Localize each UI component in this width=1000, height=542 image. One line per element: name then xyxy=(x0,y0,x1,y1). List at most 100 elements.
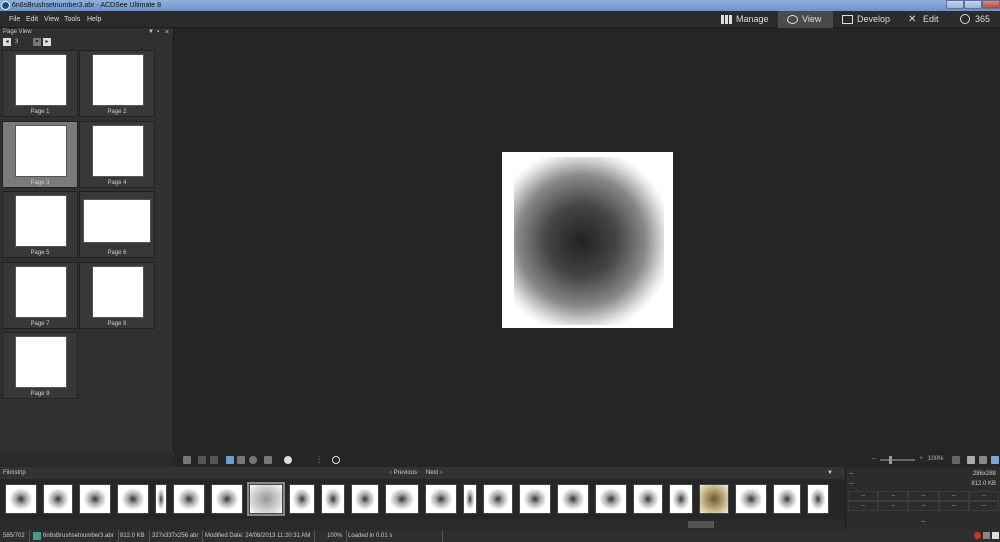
menu-file[interactable]: File xyxy=(9,11,20,28)
filmstrip-thumbnail[interactable] xyxy=(463,484,477,514)
fit-icon[interactable] xyxy=(264,456,272,464)
mode-manage[interactable]: Manage xyxy=(712,11,778,28)
zoom-slider-handle[interactable] xyxy=(889,456,892,464)
panel-icon[interactable] xyxy=(983,532,990,539)
filmstrip-thumbnail[interactable] xyxy=(557,484,589,514)
info-cell: -- xyxy=(908,501,939,511)
rotate-right-icon[interactable] xyxy=(210,456,218,464)
next-button[interactable]: Next › xyxy=(426,467,442,479)
filmstrip-thumbnail[interactable] xyxy=(633,484,663,514)
info-dimensions: 286x288 xyxy=(972,471,996,477)
page-thumbnail[interactable]: Page 1 xyxy=(2,50,78,117)
filmstrip-thumbnail[interactable] xyxy=(425,484,457,514)
page-number-input[interactable]: 3 xyxy=(15,38,18,46)
rotate-left-icon[interactable] xyxy=(198,456,206,464)
filmstrip-thumbnail[interactable] xyxy=(669,484,693,514)
zoom-out-icon[interactable]: – xyxy=(872,455,876,462)
menu-tools[interactable]: Tools xyxy=(64,11,80,28)
filmstrip-thumbnail[interactable] xyxy=(519,484,551,514)
page-image xyxy=(93,125,143,176)
page-dropdown-button[interactable]: ▾ xyxy=(33,38,41,46)
save-icon[interactable] xyxy=(183,456,191,464)
page-thumbnail[interactable]: Page 6 xyxy=(79,191,155,258)
page-label: Page 5 xyxy=(30,250,50,256)
filmstrip-menu-icon[interactable]: ▼ xyxy=(827,467,833,479)
page-thumbnail[interactable]: Page 3 xyxy=(2,120,78,188)
page-thumbnail[interactable]: Page 7 xyxy=(2,261,78,329)
menu-bar: File Edit View Tools Help Manage View De… xyxy=(0,11,1000,28)
filmstrip-thumbnail[interactable] xyxy=(117,484,149,514)
page-thumbnail[interactable]: Page 5 xyxy=(2,191,78,258)
filmstrip-thumbnail[interactable] xyxy=(5,484,37,514)
status-modified: Modified Date: 24/08/2013 11:20:31 AM xyxy=(205,530,316,542)
zoom-dropdown-icon[interactable] xyxy=(952,456,960,464)
panel-menu-icon[interactable]: ▼ xyxy=(148,28,154,37)
status-filename: 6n6sBrushsetnumber3.abr xyxy=(43,530,119,542)
filmstrip-thumbnail[interactable] xyxy=(247,482,285,516)
status-size: 812.0 KB xyxy=(120,530,150,542)
mode-develop[interactable]: Develop xyxy=(833,11,899,28)
zoom-in-icon[interactable]: + xyxy=(919,455,923,462)
scrollbar-thumb[interactable] xyxy=(688,521,714,528)
adjust-icon[interactable]: ⫶ xyxy=(318,456,326,465)
hand-tool-icon[interactable] xyxy=(226,456,234,464)
zoom-tool-icon[interactable] xyxy=(249,456,257,464)
filmstrip-thumbnail[interactable] xyxy=(699,484,729,514)
menu-help[interactable]: Help xyxy=(87,11,101,28)
filmstrip-thumbnail[interactable] xyxy=(79,484,111,514)
pin-icon[interactable]: ▪ xyxy=(157,28,159,37)
filmstrip-thumbnail[interactable] xyxy=(773,484,801,514)
page-thumbnail[interactable]: Page 2 xyxy=(79,50,155,117)
filmstrip-thumbnail[interactable] xyxy=(483,484,513,514)
next-page-button[interactable]: ▸ xyxy=(43,38,51,46)
filmstrip-thumbnail[interactable] xyxy=(211,484,243,514)
stop-icon[interactable] xyxy=(974,532,981,539)
page-thumbnail[interactable]: Page 4 xyxy=(79,120,155,188)
previous-button[interactable]: ‹ Previous xyxy=(390,467,417,479)
filmstrip-thumbnail[interactable] xyxy=(351,484,379,514)
mode-edit[interactable]: ✕ Edit xyxy=(899,11,949,28)
page-label: Page 4 xyxy=(107,179,127,186)
app-icon xyxy=(1,1,10,10)
page-label: Page 6 xyxy=(107,250,127,256)
diagonal-icon[interactable] xyxy=(992,532,999,539)
filmstrip-header: Filmstrip ‹ Previous Next › ▼ xyxy=(0,467,845,479)
filmstrip-thumbnail[interactable] xyxy=(321,484,345,514)
filmstrip-scrollbar[interactable] xyxy=(0,519,845,530)
menu-edit[interactable]: Edit xyxy=(26,11,38,28)
filmstrip-thumbnail[interactable] xyxy=(385,484,419,514)
close-button[interactable] xyxy=(982,0,1000,9)
zoom-value[interactable]: 100% xyxy=(928,456,943,462)
page-label: Page 3 xyxy=(30,179,50,186)
page-image xyxy=(16,125,66,176)
panel-title: Page View xyxy=(3,29,32,35)
page-label: Page 9 xyxy=(30,391,50,397)
zoom-slider[interactable] xyxy=(880,456,915,464)
status-zoom: 100% xyxy=(327,530,348,542)
filmstrip-thumbnail[interactable] xyxy=(735,484,767,514)
panel-close-icon[interactable]: × xyxy=(165,28,169,37)
menu-view[interactable]: View xyxy=(44,11,59,28)
prev-page-button[interactable]: ◂ xyxy=(3,38,11,46)
image-viewer[interactable] xyxy=(175,28,1000,453)
page-thumbnail[interactable]: Page 9 xyxy=(2,332,78,399)
filmstrip-title: Filmstrip xyxy=(3,470,26,476)
fullscreen-icon[interactable] xyxy=(991,456,999,464)
exposure-icon[interactable] xyxy=(332,456,340,464)
mode-view[interactable]: View xyxy=(778,11,833,28)
filmstrip-thumbnail[interactable] xyxy=(289,484,315,514)
fit-screen-icon[interactable] xyxy=(979,456,987,464)
info-panel: -- 286x288 -- 812.0 KB -- -- -- -- -- -- -- -- -… xyxy=(845,467,1000,530)
filmstrip-thumbnail[interactable] xyxy=(595,484,627,514)
mode-365[interactable]: 365 xyxy=(951,11,1000,28)
cloud-icon[interactable] xyxy=(284,456,292,464)
select-tool-icon[interactable] xyxy=(237,456,245,464)
filmstrip-thumbnail[interactable] xyxy=(173,484,205,514)
minimize-button[interactable] xyxy=(946,0,964,9)
page-thumbnail[interactable]: Page 8 xyxy=(79,261,155,329)
maximize-button[interactable] xyxy=(964,0,982,9)
filmstrip-thumbnail[interactable] xyxy=(807,484,829,514)
filmstrip-thumbnail[interactable] xyxy=(43,484,73,514)
actual-size-icon[interactable] xyxy=(967,456,975,464)
filmstrip-thumbnail[interactable] xyxy=(155,484,167,514)
